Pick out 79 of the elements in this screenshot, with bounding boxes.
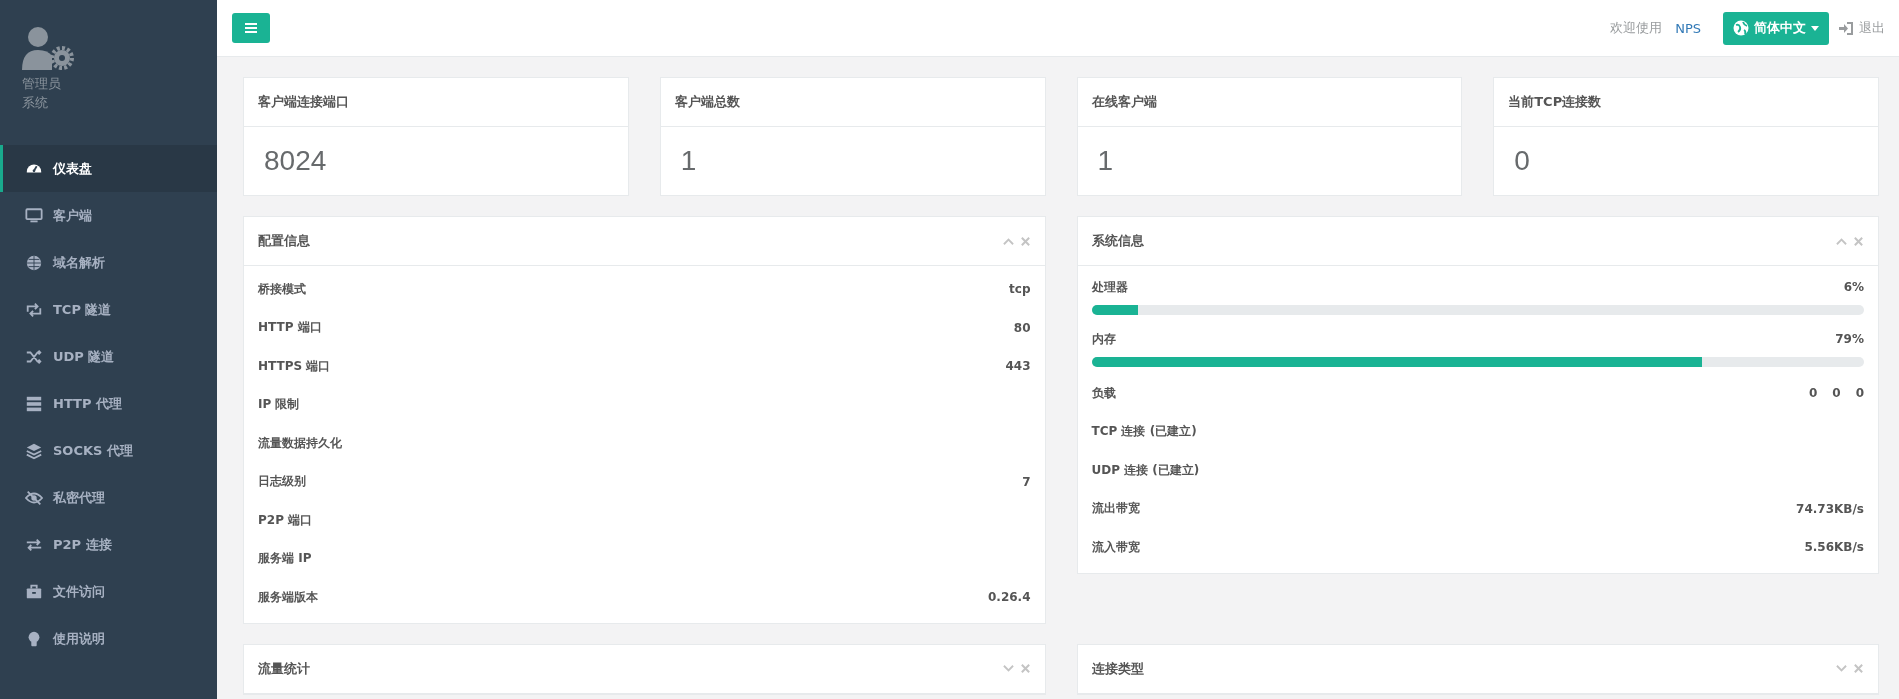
row-label: TCP 连接 (已建立) (1091, 423, 1197, 441)
menu-button[interactable] (232, 13, 270, 43)
chevron-up-icon[interactable] (1002, 235, 1014, 247)
chevron-down-icon[interactable] (1836, 663, 1847, 674)
panel-title: 配置信息 (258, 232, 311, 250)
row-value: 80 (1013, 320, 1031, 335)
row-value: 74.73KB/s (1796, 501, 1864, 516)
admin-avatar-icon (22, 26, 74, 70)
panel-title: 连接类型 (1091, 659, 1145, 678)
row-label: HTTPS 端口 (258, 357, 331, 375)
sidebar-item[interactable]: TCP 隧道 (0, 286, 217, 333)
close-icon[interactable] (1853, 235, 1864, 247)
language-dropdown[interactable]: 简体中文 (1723, 11, 1829, 45)
row-value: 0.26.4 (988, 590, 1031, 605)
close-icon[interactable] (1019, 235, 1031, 247)
stat-value: 1 (1096, 144, 1115, 178)
row-value: 79% (1835, 332, 1864, 346)
layers-icon (25, 441, 43, 460)
row-value: tcp (1009, 282, 1031, 297)
menu-icon (245, 23, 257, 33)
welcome-text: 欢迎使用 (1610, 19, 1663, 37)
card-title: 客户端连接端口 (258, 93, 350, 111)
row-label: 负载 (1091, 384, 1116, 402)
sidebar-item[interactable]: 域名解析 (0, 239, 217, 286)
row-label: 服务端版本 (258, 588, 318, 606)
row-label: 服务端 IP (258, 550, 312, 568)
logout-link[interactable]: 退出 (1839, 19, 1885, 37)
sidebar-item[interactable]: 客户端 (0, 192, 217, 239)
globe-icon (25, 253, 43, 272)
stat-value: 1 (679, 144, 698, 178)
row-label: 流入带宽 (1091, 538, 1140, 556)
row-value: 6% (1843, 280, 1864, 294)
panel-title: 系统信息 (1091, 232, 1145, 250)
monitor-icon (25, 206, 43, 225)
sidebar-item[interactable]: SOCKS 代理 (0, 427, 217, 474)
sign-out-icon (1839, 21, 1853, 35)
sidebar-item[interactable]: UDP 隧道 (0, 333, 217, 380)
row-value: 0 (1832, 386, 1841, 401)
profile-name: 管理员 (22, 75, 62, 93)
panel-title: 流量统计 (258, 659, 311, 678)
chevron-down-icon[interactable] (1002, 663, 1014, 674)
row-value: 443 (1005, 359, 1031, 374)
sidebar-item[interactable]: 使用说明 (0, 615, 217, 662)
row-label: 桥接模式 (258, 280, 306, 298)
row-value: 7 (1022, 474, 1031, 489)
shuffle-icon (25, 347, 43, 366)
row-label: UDP 连接 (已建立) (1091, 461, 1200, 479)
sidebar-item[interactable]: HTTP 代理 (0, 380, 217, 427)
briefcase-icon (25, 582, 43, 601)
chevron-up-icon[interactable] (1836, 235, 1847, 247)
profile-role: 系统 (22, 94, 49, 112)
card-title: 当前TCP连接数 (1508, 93, 1603, 111)
row-label: 流出带宽 (1091, 500, 1140, 518)
row-label: HTTP 端口 (258, 319, 322, 337)
row-value: 0 (1855, 386, 1864, 401)
row-label: 内存 (1091, 330, 1116, 348)
stat-value: 0 (1513, 144, 1531, 178)
retweet-icon (25, 300, 43, 319)
row-value: 0 (1808, 386, 1818, 401)
eye-slash-icon (25, 488, 43, 507)
row-label: 日志级别 (258, 473, 306, 491)
sidebar-item[interactable]: P2P 连接 (0, 521, 217, 568)
caret-icon (1811, 25, 1819, 31)
brand-link[interactable]: NPS (1675, 20, 1701, 36)
close-icon[interactable] (1853, 663, 1864, 674)
row-label: IP 限制 (258, 396, 300, 414)
card-title: 在线客户端 (1091, 93, 1158, 111)
close-icon[interactable] (1019, 663, 1031, 674)
sidebar-item[interactable]: 文件访问 (0, 568, 217, 615)
globe-icon (1733, 20, 1749, 36)
sidebar-item[interactable]: 仪表盘 (0, 145, 217, 192)
row-label: 处理器 (1091, 278, 1128, 296)
sidebar-item[interactable]: 私密代理 (0, 474, 217, 521)
row-label: P2P 端口 (258, 511, 313, 529)
card-title: 客户端总数 (674, 93, 741, 111)
stat-value: 8024 (263, 144, 328, 178)
server-icon (25, 394, 43, 413)
row-value: 5.56KB/s (1804, 540, 1864, 555)
row-label: 流量数据持久化 (258, 434, 342, 452)
